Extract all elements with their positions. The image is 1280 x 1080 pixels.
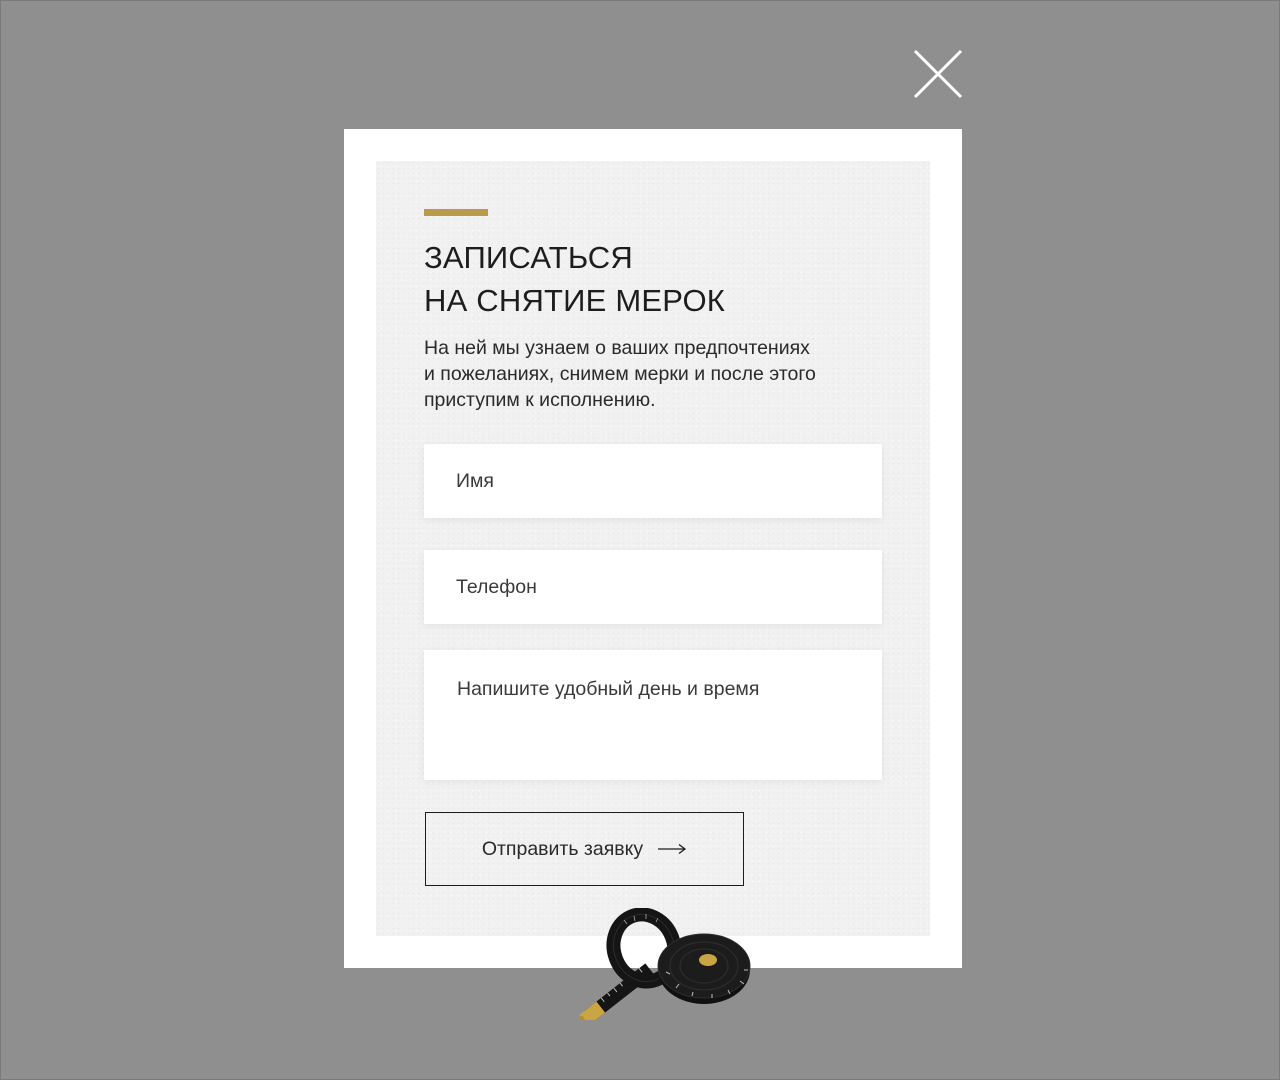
submit-button-label: Отправить заявку	[481, 837, 644, 860]
preferred-time-textarea[interactable]	[424, 650, 882, 780]
description-line: На ней мы узнаем о ваших предпочтениях	[424, 337, 810, 359]
phone-input[interactable]	[424, 550, 882, 624]
close-icon	[913, 49, 963, 99]
modal-content: ЗАПИСАТЬСЯ НА СНЯТИЕ МЕРОК На ней мы узн…	[376, 161, 930, 936]
accent-line	[424, 209, 488, 216]
submit-button[interactable]: Отправить заявку	[425, 812, 744, 886]
measuring-tape-icon	[578, 908, 751, 1020]
description-line: приступим к исполнению.	[424, 389, 656, 411]
arrow-right-icon	[658, 843, 687, 855]
modal-description: На ней мы узнаем о ваших предпочтениях и…	[424, 335, 854, 413]
description-line: и пожеланиях, снимем мерки и после этого	[424, 363, 816, 385]
title-line-1: ЗАПИСАТЬСЯ	[424, 240, 633, 275]
name-input[interactable]	[424, 444, 882, 518]
close-button[interactable]	[912, 48, 964, 100]
appointment-modal: ЗАПИСАТЬСЯ НА СНЯТИЕ МЕРОК На ней мы узн…	[344, 129, 962, 968]
modal-title: ЗАПИСАТЬСЯ НА СНЯТИЕ МЕРОК	[424, 236, 725, 322]
title-line-2: НА СНЯТИЕ МЕРОК	[424, 283, 726, 318]
